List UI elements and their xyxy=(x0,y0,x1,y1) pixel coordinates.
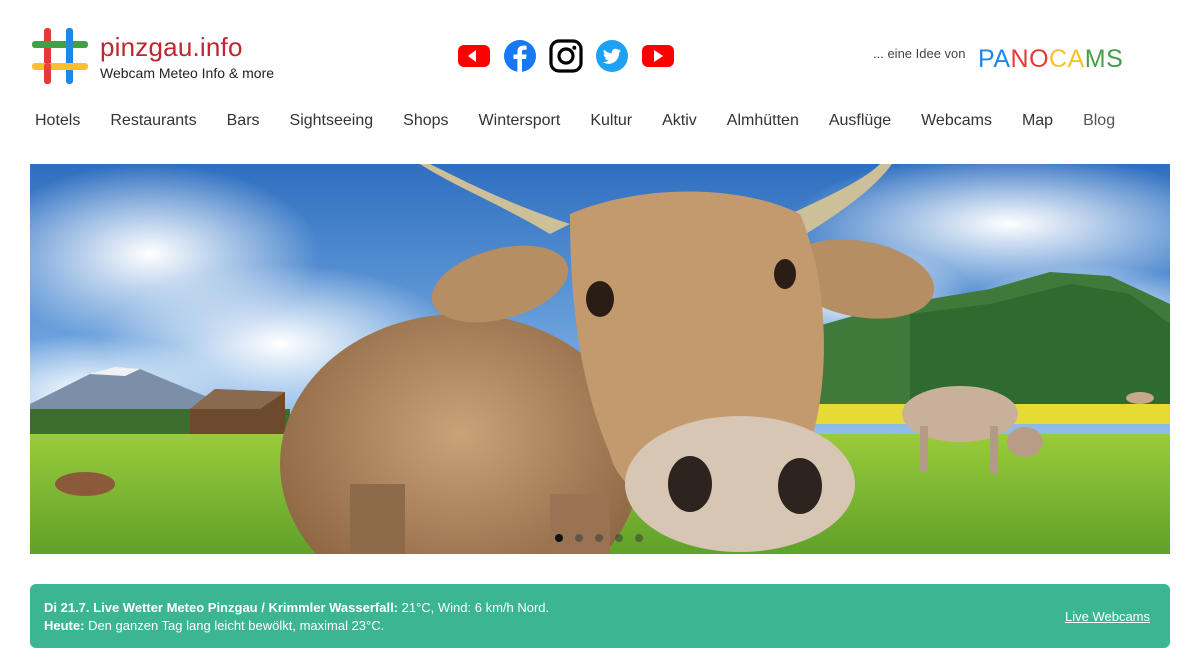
main-nav: Hotels Restaurants Bars Sightseeing Shops Win… xyxy=(35,108,1115,134)
youtube-icon xyxy=(458,45,490,67)
weather-current: 21°C, Wind: 6 km/h Nord. xyxy=(398,600,550,615)
panocams-letter: N xyxy=(1010,45,1030,73)
instagram-link[interactable] xyxy=(548,38,584,74)
nav-item-kultur[interactable]: Kultur xyxy=(590,112,632,130)
hero-image-cow-meadow xyxy=(30,164,1170,554)
youtube-link[interactable] xyxy=(456,38,492,74)
facebook-link[interactable] xyxy=(502,38,538,74)
panocams-letter: M xyxy=(1084,45,1107,73)
slider-dot[interactable] xyxy=(575,534,583,542)
nav-item-webcams[interactable]: Webcams xyxy=(921,112,992,130)
facebook-icon xyxy=(504,40,536,72)
nav-item-almhütten[interactable]: Almhütten xyxy=(727,112,799,130)
nav-item-sightseeing[interactable]: Sightseeing xyxy=(290,112,374,130)
site-tagline: Webcam Meteo Info & more xyxy=(100,65,275,81)
panocams-letter: C xyxy=(1049,45,1068,73)
nav-item-wintersport[interactable]: Wintersport xyxy=(479,112,561,130)
nav-item-aktiv[interactable]: Aktiv xyxy=(662,112,697,130)
nav-item-shops[interactable]: Shops xyxy=(403,112,448,130)
weather-today-line: Heute: Den ganzen Tag lang leicht bewölk… xyxy=(44,618,384,633)
nav-item-hotels[interactable]: Hotels xyxy=(35,112,80,130)
live-webcams-link[interactable]: Live Webcams xyxy=(1065,609,1150,624)
weather-today-label: Heute: xyxy=(44,618,85,633)
hero-slider[interactable] xyxy=(30,164,1170,554)
instagram-icon xyxy=(549,39,583,73)
weather-title: Live Wetter Meteo Pinzgau / Krimmler Was… xyxy=(93,600,399,615)
panocams-credit: ... eine Idee von PANOCAMS xyxy=(873,44,1133,76)
site-name: pinzgau.info xyxy=(100,32,243,62)
nav-item-ausflüge[interactable]: Ausflüge xyxy=(829,112,891,130)
twitter-icon xyxy=(596,40,628,72)
slider-dots xyxy=(555,534,643,542)
hashtag-logo-icon xyxy=(32,28,88,84)
slider-dot[interactable] xyxy=(635,534,643,542)
panocams-letter: O xyxy=(1029,45,1050,73)
nav-item-restaurants[interactable]: Restaurants xyxy=(110,112,196,130)
panocams-letter: A xyxy=(1067,45,1085,73)
slider-dot[interactable] xyxy=(615,534,623,542)
nav-item-map[interactable]: Map xyxy=(1022,112,1053,130)
weather-current-line: Di 21.7. Live Wetter Meteo Pinzgau / Kri… xyxy=(44,600,549,615)
social-links xyxy=(456,38,676,74)
slider-dot[interactable] xyxy=(555,534,563,542)
youtube-link-2[interactable] xyxy=(640,38,676,74)
weather-today-text: Den ganzen Tag lang leicht bewölkt, maxi… xyxy=(84,618,385,633)
panocams-letter: S xyxy=(1106,45,1124,73)
twitter-link[interactable] xyxy=(594,38,630,74)
nav-item-blog[interactable]: Blog xyxy=(1083,112,1115,130)
panocams-letter: A xyxy=(993,45,1011,73)
panocams-letter: P xyxy=(978,45,994,73)
panocams-logo-link[interactable]: PANOCAMS xyxy=(978,44,1123,74)
nav-item-bars[interactable]: Bars xyxy=(227,112,260,130)
slider-dot[interactable] xyxy=(595,534,603,542)
weather-bar: Di 21.7. Live Wetter Meteo Pinzgau / Kri… xyxy=(30,584,1170,648)
youtube-icon xyxy=(642,45,674,67)
idea-prefix: ... eine Idee von xyxy=(873,46,966,61)
weather-date: Di 21.7. xyxy=(44,600,90,615)
site-logo[interactable]: pinzgau.info Webcam Meteo Info & more xyxy=(30,26,300,86)
